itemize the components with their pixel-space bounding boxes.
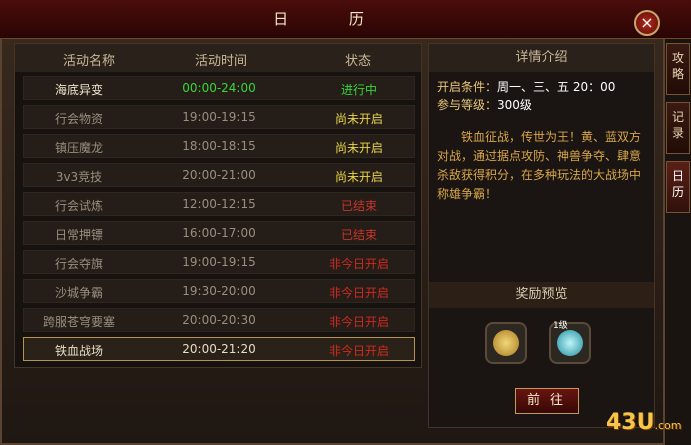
activity-time: 19:00-19:15 [182,255,256,269]
table-row[interactable]: 铁血战场 20:00-21:20 非今日开启 [23,337,415,361]
table-row[interactable]: 3v3竞技 20:00-21:00 尚未开启 [23,163,415,187]
level-label: 参与等级： [437,98,498,112]
level-value: 300级 [497,98,532,112]
table-row[interactable]: 日常押镖 16:00-17:00 已结束 [23,221,415,245]
gem-orb-icon [557,330,583,356]
watermark-text: 43U [606,410,655,435]
level-condition: 参与等级：300级 [437,96,532,113]
activity-name: 铁血战场 [54,344,103,358]
close-icon[interactable]: × [634,10,660,36]
open-condition: 开启条件：周一、三、五 20：00 [437,78,615,95]
table-row[interactable]: 行会夺旗 19:00-19:15 非今日开启 [23,250,415,274]
activity-status: 进行中 [340,83,377,97]
header-activity-time: 活动时间 [195,54,248,69]
activity-table: 活动名称 活动时间 状态 海底异变 00:00-24:00 进行中行会物资 19:00… [14,43,422,368]
gold-coins-icon [493,330,519,356]
reward-slot-gold[interactable] [485,322,527,364]
table-row[interactable]: 跨服苍穹要塞 20:00-20:30 非今日开启 [23,308,415,332]
window-title: 日 历 [273,10,392,28]
header-activity-name: 活动名称 [63,54,116,69]
reward-header: 奖励预览 [429,282,654,308]
table-row[interactable]: 行会物资 19:00-19:15 尚未开启 [23,105,415,129]
open-condition-value: 周一、三、五 20：00 [497,80,616,94]
activity-name: 沙城争霸 [54,286,103,300]
activity-name: 行会物资 [54,112,103,126]
activity-description: 铁血征战，传世为王！黄、蓝双方对战，通过据点攻防、神兽争夺、肆意杀敌获得积分，在… [437,130,642,201]
activity-time: 20:00-20:30 [182,313,256,327]
activity-time: 12:00-12:15 [182,197,256,211]
watermark-suffix: .com [654,419,682,432]
activity-time: 00:00-24:00 [182,81,256,95]
detail-panel: 详情介绍 开启条件：周一、三、五 20：00 参与等级：300级 铁血征战，传世… [428,43,655,428]
table-header: 活动名称 活动时间 状态 [15,44,421,72]
activity-time: 19:30-20:00 [182,284,256,298]
activity-time: 19:00-19:15 [182,110,256,124]
activity-status: 已结束 [340,228,377,242]
table-row[interactable]: 镇压魔龙 18:00-18:15 尚未开启 [23,134,415,158]
activity-status: 非今日开启 [328,344,389,358]
table-row[interactable]: 海底异变 00:00-24:00 进行中 [23,76,415,100]
activity-time: 20:00-21:00 [182,168,256,182]
activity-status: 尚未开启 [334,170,383,184]
tab-strategy[interactable]: 攻略 [666,43,690,95]
activity-time: 18:00-18:15 [182,139,256,153]
activity-name: 日常押镖 [54,228,103,242]
table-row[interactable]: 沙城争霸 19:30-20:00 非今日开启 [23,279,415,303]
site-watermark: 43U.com [606,410,681,435]
activity-name: 跨服苍穹要塞 [42,315,115,329]
activity-status: 已结束 [340,199,377,213]
activity-time: 20:00-21:20 [182,342,256,356]
activity-name: 3v3竞技 [55,170,103,184]
activity-name: 行会试炼 [54,199,103,213]
activity-name: 海底异变 [54,83,103,97]
activity-status: 非今日开启 [328,257,389,271]
detail-header: 详情介绍 [429,44,654,72]
tab-records[interactable]: 记录 [666,102,690,154]
activity-status: 尚未开启 [334,112,383,126]
activity-time: 16:00-17:00 [182,226,256,240]
activity-status: 尚未开启 [334,141,383,155]
header-status: 状态 [345,54,372,69]
activity-name: 行会夺旗 [54,257,103,271]
table-row[interactable]: 行会试炼 12:00-12:15 已结束 [23,192,415,216]
go-button[interactable]: 前往 [515,388,579,414]
title-bar: 日 历 × [0,0,691,39]
open-condition-label: 开启条件： [437,80,498,94]
activity-status: 非今日开启 [328,286,389,300]
tab-calendar[interactable]: 日历 [666,161,690,213]
reward-level-badge: 1级 [553,321,568,331]
activity-name: 镇压魔龙 [54,141,103,155]
activity-status: 非今日开启 [328,315,389,329]
